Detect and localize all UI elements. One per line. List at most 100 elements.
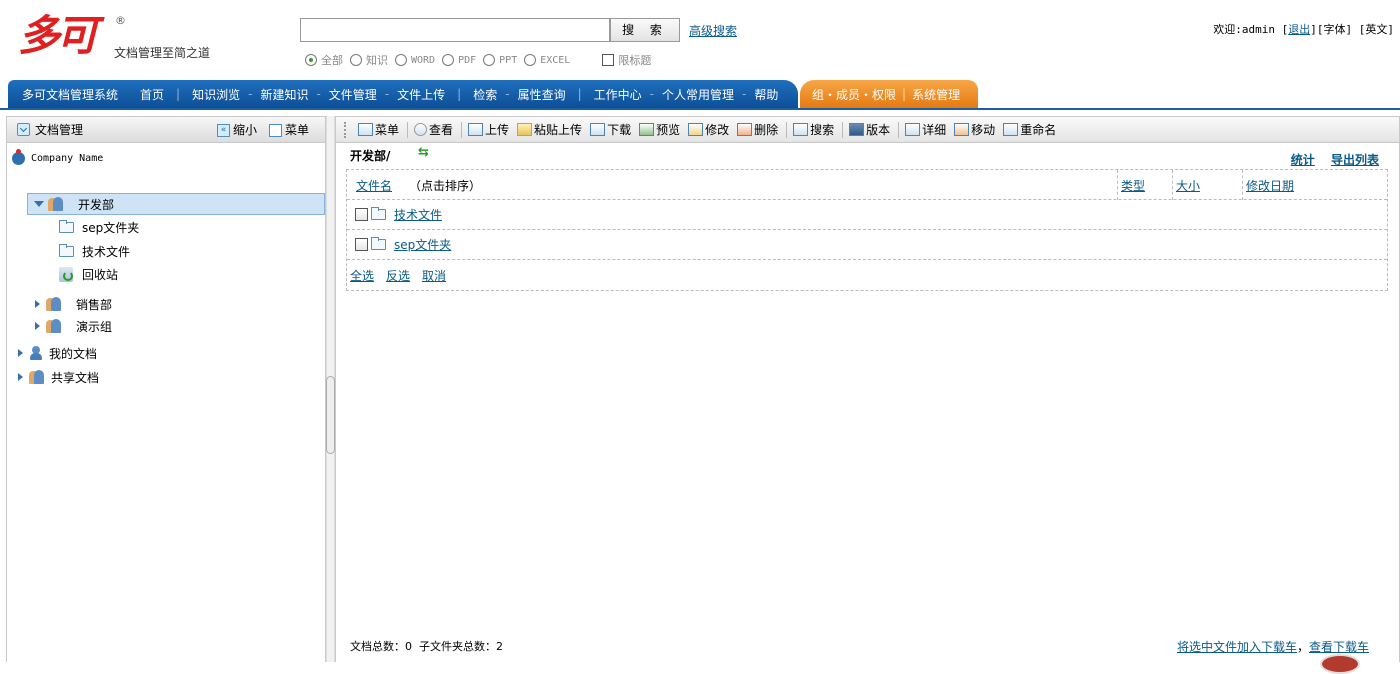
font-link[interactable]: [字体] — [1317, 23, 1352, 36]
nav-knowledge-browse[interactable]: 知识浏览 — [192, 86, 240, 103]
nav-new-knowledge[interactable]: 新建知识 — [260, 86, 308, 103]
filter-pdf[interactable]: PDF — [442, 54, 476, 66]
nav-divider: - — [316, 87, 321, 101]
search-filters: 全部 知识 WORD PDF PPT EXCEL 限标题 — [305, 52, 658, 68]
checkbox-icon[interactable] — [602, 54, 615, 66]
view-download-cart-link[interactable]: 查看下载车 — [1309, 640, 1369, 654]
folder-link[interactable]: sep文件夹 — [394, 236, 451, 253]
toolbar-move-button[interactable]: 移动 — [954, 121, 995, 138]
document-counts: 文档总数：0 子文件夹总数：2 — [350, 640, 503, 653]
refresh-icon[interactable]: ⇆ — [418, 145, 429, 160]
radio-icon[interactable] — [442, 54, 455, 66]
tree-node-demo-group[interactable]: 演示组 — [35, 315, 112, 337]
column-header-modified[interactable]: 修改日期 — [1242, 170, 1382, 200]
advanced-search-link[interactable]: 高级搜索 — [689, 22, 737, 39]
nav-personal[interactable]: 个人常用管理 — [662, 86, 734, 103]
filter-all[interactable]: 全部 — [305, 52, 343, 68]
tree-node-sales-dept[interactable]: 销售部 — [35, 293, 112, 315]
selection-actions: 全选 反选 取消 — [347, 260, 1387, 290]
filter-knowledge[interactable]: 知识 — [350, 52, 388, 68]
column-header-size[interactable]: 大小 — [1172, 170, 1242, 200]
file-list-header: 文件名 （点击排序） 类型 大小 修改日期 — [347, 170, 1387, 200]
export-list-link[interactable]: 导出列表 — [1331, 153, 1379, 167]
add-to-download-cart-link[interactable]: 将选中文件加入下载车 — [1177, 640, 1297, 654]
filter-word[interactable]: WORD — [395, 54, 435, 66]
toolbar-menu-button[interactable]: 菜单 — [358, 121, 399, 138]
cancel-selection-link[interactable]: 取消 — [422, 267, 446, 284]
header: 多可 ® 文档管理至简之道 搜 索 高级搜索 全部 知识 WORD PDF PP… — [0, 0, 1400, 80]
radio-icon[interactable] — [524, 54, 537, 66]
toolbar-upload-button[interactable]: 上传 — [468, 121, 509, 138]
floating-badge[interactable] — [1320, 654, 1360, 674]
table-row[interactable]: 技术文件 — [347, 200, 1387, 230]
toolbar-rename-button[interactable]: 重命名 — [1003, 121, 1056, 138]
nav-file-upload[interactable]: 文件上传 — [397, 86, 445, 103]
radio-icon[interactable] — [483, 54, 496, 66]
title-only-checkbox[interactable]: 限标题 — [602, 52, 651, 68]
nav-help[interactable]: 帮助 — [754, 86, 778, 103]
row-checkbox[interactable] — [355, 208, 368, 221]
group-icon — [29, 369, 45, 385]
nav-search[interactable]: 检索 — [473, 86, 497, 103]
caret-down-icon[interactable] — [34, 201, 44, 207]
nav-property-query[interactable]: 属性查询 — [518, 86, 566, 103]
splitter-handle[interactable] — [326, 376, 335, 454]
search-input[interactable] — [300, 18, 610, 42]
invert-selection-link[interactable]: 反选 — [386, 267, 410, 284]
tree-node-recycle-bin[interactable]: 回收站 — [59, 263, 118, 285]
nav-file-management[interactable]: 文件管理 — [329, 86, 377, 103]
group-icon — [48, 196, 64, 212]
radio-icon[interactable] — [395, 54, 407, 66]
version-icon — [849, 123, 865, 136]
caret-right-icon[interactable] — [18, 349, 23, 357]
stats-link[interactable]: 统计 — [1291, 153, 1315, 167]
nav-divider: - — [742, 87, 747, 101]
filter-excel[interactable]: EXCEL — [524, 54, 570, 66]
toolbar-delete-button[interactable]: 删除 — [737, 121, 778, 138]
nav-home[interactable]: 首页 — [140, 86, 164, 103]
collapse-button[interactable]: «缩小 — [216, 121, 257, 138]
toolbar-paste-upload-button[interactable]: 粘贴上传 — [517, 121, 582, 138]
radio-icon[interactable] — [305, 54, 317, 66]
table-row[interactable]: sep文件夹 — [347, 230, 1387, 260]
toolbar-version-button[interactable]: 版本 — [849, 121, 890, 138]
toolbar-detail-button[interactable]: 详细 — [905, 121, 946, 138]
tree-node-tech-files[interactable]: 技术文件 — [59, 240, 130, 262]
folder-link[interactable]: 技术文件 — [394, 206, 442, 223]
row-checkbox[interactable] — [355, 238, 368, 251]
nav-system-management[interactable]: 系统管理 — [912, 86, 960, 103]
english-link[interactable]: [英文] — [1359, 23, 1394, 36]
filter-ppt[interactable]: PPT — [483, 54, 517, 66]
caret-right-icon[interactable] — [35, 300, 40, 308]
tree-node-shared-documents[interactable]: 共享文档 — [18, 366, 99, 388]
menu-button[interactable]: 菜单 — [268, 121, 309, 138]
user-icon — [29, 345, 43, 361]
toolbar-divider — [898, 121, 900, 138]
nav-system-title[interactable]: 多可文档管理系统 — [22, 86, 118, 103]
chevron-down-icon[interactable] — [17, 123, 30, 136]
sidebar-header: 文档管理 «缩小 菜单 — [7, 117, 325, 143]
toolbar-edit-button[interactable]: 修改 — [688, 121, 729, 138]
search-icon — [793, 123, 809, 136]
caret-right-icon[interactable] — [35, 322, 40, 330]
tree-node-my-documents[interactable]: 我的文档 — [18, 342, 97, 364]
logout-link[interactable]: 退出 — [1288, 23, 1310, 36]
radio-icon[interactable] — [350, 54, 362, 66]
column-header-type[interactable]: 类型 — [1117, 170, 1173, 200]
tree-node-dev-dept[interactable]: 开发部 — [27, 193, 325, 215]
toolbar-preview-button[interactable]: 预览 — [639, 121, 680, 138]
search-button[interactable]: 搜 索 — [610, 18, 680, 42]
nav-work-center[interactable]: 工作中心 — [594, 86, 642, 103]
caret-right-icon[interactable] — [18, 373, 23, 381]
nav-group-member-permission[interactable]: 组・成员・权限 — [812, 86, 896, 103]
download-icon — [590, 123, 606, 136]
tree-node-sep-folder[interactable]: sep文件夹 — [59, 216, 139, 238]
toolbar-search-button[interactable]: 搜索 — [793, 121, 834, 138]
select-all-link[interactable]: 全选 — [350, 267, 374, 284]
sort-hint: （点击排序） — [409, 178, 482, 193]
toolbar-view-button[interactable]: 查看 — [414, 121, 453, 138]
toolbar-download-button[interactable]: 下载 — [590, 121, 631, 138]
column-header-name[interactable]: 文件名 — [356, 170, 392, 200]
tree-root[interactable]: Company Name — [12, 147, 103, 169]
move-icon — [954, 123, 970, 136]
